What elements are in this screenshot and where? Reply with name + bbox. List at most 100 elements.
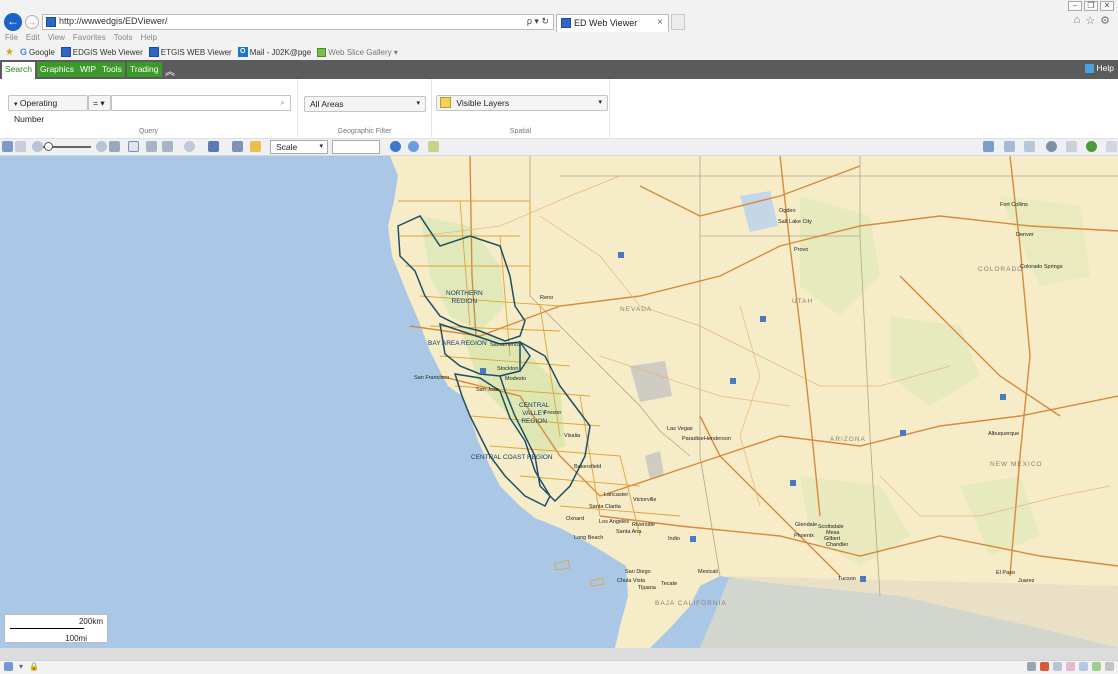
back-button[interactable]: ← [4, 13, 22, 31]
favorite-label: ETGIS WEB Viewer [160, 47, 232, 57]
menu-edit[interactable]: Edit [26, 32, 40, 44]
measure-icon[interactable] [208, 141, 219, 152]
city-label: Paradise [682, 436, 704, 442]
map-canvas [0, 156, 1118, 648]
map-toolbar: Scale ▾ [0, 139, 1118, 156]
record-icon[interactable] [1040, 662, 1049, 671]
scale-input[interactable] [332, 140, 380, 154]
clear-graphics-icon[interactable] [428, 141, 439, 152]
new-tab-button[interactable] [671, 14, 685, 30]
restore-button[interactable]: ❐ [1084, 1, 1098, 11]
favorite-label: Mail - J02K@pge [249, 47, 312, 57]
table-icon[interactable] [162, 141, 173, 152]
favorite-mail[interactable]: O Mail - J02K@pge [237, 47, 312, 57]
bookmark-star-icon[interactable] [250, 141, 261, 152]
web-slice-icon [317, 47, 327, 57]
globe-status-icon[interactable] [1092, 662, 1101, 671]
zoom-extent-icon[interactable] [109, 141, 120, 152]
tab-tools[interactable]: Tools [99, 62, 125, 77]
pan-hand-icon[interactable] [128, 141, 139, 152]
print-icon[interactable] [232, 141, 243, 152]
save-icon[interactable] [1027, 662, 1036, 671]
address-text: http://wwwedgis/EDViewer/ [59, 16, 168, 26]
gps-icon[interactable] [1086, 141, 1097, 152]
grid-icon[interactable] [1066, 141, 1077, 152]
spatial-layers-dropdown[interactable]: Visible Layers ▾ [436, 95, 608, 111]
city-label: Tecate [661, 581, 678, 587]
refresh-icon[interactable] [408, 141, 419, 152]
tab-trading[interactable]: Trading [127, 62, 162, 77]
overview-icon[interactable] [1046, 141, 1057, 152]
query-section-label: Query [138, 128, 159, 135]
city-label: Mexicali [698, 569, 718, 575]
basemap-icon[interactable] [983, 141, 994, 152]
query-search-input[interactable]: ⌕ [111, 95, 291, 111]
tab-graphics[interactable]: Graphics [37, 62, 78, 77]
menu-tools[interactable]: Tools [114, 32, 133, 44]
menu-favorites[interactable]: Favorites [73, 32, 106, 44]
layers-panel-icon[interactable] [1004, 141, 1015, 152]
operator-dropdown[interactable]: = ▾ [88, 95, 111, 111]
map-view[interactable]: NORTHERN REGION BAY AREA REGION CENTRAL VA… [0, 156, 1118, 648]
favorites-star-icon[interactable]: ★ [5, 47, 14, 58]
scale-dropdown[interactable]: Scale ▾ [270, 140, 328, 154]
close-window-button[interactable]: ✕ [1100, 1, 1114, 11]
query-section: ▾ Operating Number = ▾ ⌕ Query [0, 79, 298, 137]
zoom-out-icon[interactable] [32, 141, 43, 152]
help-icon [1084, 63, 1094, 73]
tab-close-icon[interactable]: × [657, 17, 663, 28]
zoom-in-icon[interactable] [96, 141, 107, 152]
city-label: Albuquerque [988, 431, 1020, 437]
table-icon[interactable] [1079, 662, 1088, 671]
globe-icon[interactable] [390, 141, 401, 152]
address-bar[interactable]: http://wwwedgis/EDViewer/ ρ ▾ ↻ [42, 14, 554, 30]
magnify-icon[interactable] [1053, 662, 1062, 671]
pencil-icon[interactable] [1066, 662, 1075, 671]
favorite-edgis[interactable]: EDGIS Web Viewer [60, 47, 143, 57]
zoom-slider-handle[interactable] [44, 142, 53, 151]
pan-next-icon[interactable] [15, 141, 26, 152]
browser-toolbar-icons: ⌂ ☆ ⚙ [1074, 14, 1110, 27]
legend-icon[interactable] [1024, 141, 1035, 152]
city-label: Glendale [795, 522, 818, 528]
menu-view[interactable]: View [48, 32, 65, 44]
city-label: Denver [1016, 232, 1034, 238]
chevron-down-icon: ▾ [416, 100, 420, 107]
settings-icon[interactable] [1105, 662, 1114, 671]
query-field-dropdown[interactable]: ▾ Operating Number [8, 95, 88, 124]
favorites-star-icon[interactable]: ☆ [1085, 14, 1095, 27]
city-label: Santa Ana [616, 529, 642, 535]
dropdown-arrow-icon[interactable]: ▾ [19, 662, 23, 671]
browser-tab[interactable]: ED Web Viewer × [556, 14, 669, 32]
minimize-button[interactable]: – [1068, 1, 1082, 11]
forward-button[interactable]: → [25, 15, 39, 29]
menu-help[interactable]: Help [140, 32, 156, 44]
geographic-filter-dropdown[interactable]: All Areas ▾ [304, 96, 426, 112]
pan-previous-icon[interactable] [2, 141, 13, 152]
find-icon[interactable] [184, 141, 195, 152]
menu-file[interactable]: File [5, 32, 18, 44]
city-label: El Paso [996, 570, 1015, 576]
browser-title-bar: – ❐ ✕ [0, 0, 1118, 12]
page-icon[interactable] [4, 662, 13, 671]
gear-icon[interactable]: ⚙ [1100, 14, 1110, 27]
city-label: Fort Collins [1000, 202, 1028, 208]
scale-km-label: 200km [78, 617, 103, 626]
help-link[interactable]: Help [1084, 63, 1114, 73]
address-search-refresh-icons[interactable]: ρ ▾ ↻ [527, 16, 549, 27]
chevron-down-icon: ▾ [598, 99, 602, 106]
help-label: Help [1096, 63, 1114, 73]
identify-icon[interactable] [146, 141, 157, 152]
collapse-ribbon-icon[interactable]: ︽ [165, 63, 175, 78]
favorite-google[interactable]: G Google [20, 47, 55, 57]
spatial-value: Visible Layers [456, 98, 510, 108]
search-icon[interactable]: ⌕ [280, 97, 285, 108]
favorite-etgis[interactable]: ETGIS WEB Viewer [148, 47, 232, 57]
home-icon[interactable]: ⌂ [1074, 14, 1081, 27]
tab-search[interactable]: Search [2, 62, 35, 79]
state-label-arizona: ARIZONA [830, 436, 866, 443]
favorite-web-slice-gallery[interactable]: Web Slice Gallery ▾ [317, 47, 398, 57]
city-label: San Jose [476, 387, 499, 393]
tab-wip[interactable]: WIP [77, 62, 100, 77]
more-options-icon[interactable] [1106, 141, 1117, 152]
